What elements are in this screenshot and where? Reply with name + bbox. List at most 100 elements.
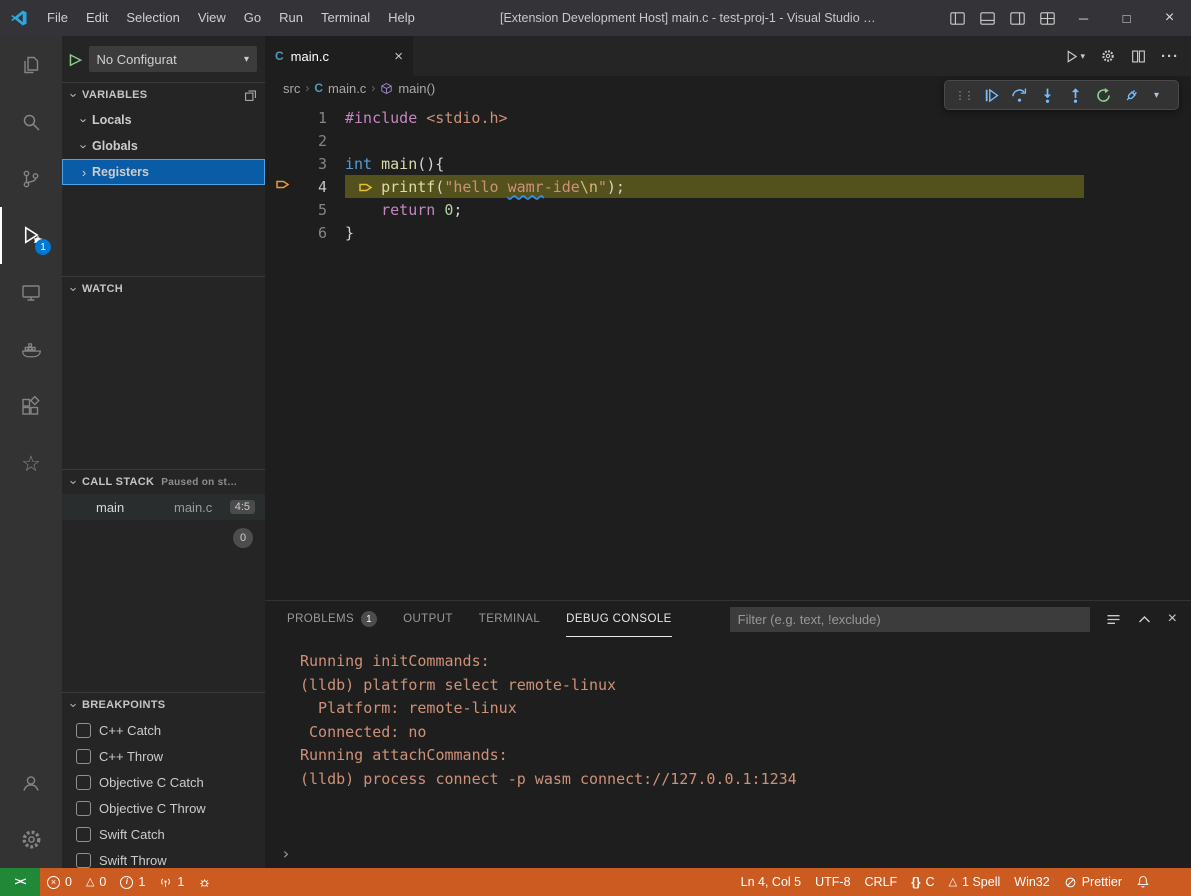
breakpoint-checkbox[interactable]: [76, 775, 91, 790]
chevron-up-button[interactable]: [1138, 615, 1151, 624]
status-platform[interactable]: Win32: [1007, 868, 1056, 896]
status-ports[interactable]: 1: [152, 868, 191, 896]
menu-terminal[interactable]: Terminal: [312, 0, 379, 36]
activity-manage-gear[interactable]: [0, 811, 62, 868]
breakpoint-checkbox[interactable]: [76, 749, 91, 764]
status-infos[interactable]: i1: [113, 868, 152, 896]
watch-header[interactable]: › WATCH: [62, 277, 265, 301]
status-errors[interactable]: ×0: [40, 868, 79, 896]
debug-config-select[interactable]: No Configurat ▾: [89, 46, 257, 72]
variables-item-registers[interactable]: ›Registers: [62, 159, 265, 185]
menu-selection[interactable]: Selection: [117, 0, 188, 36]
activity-docker[interactable]: [0, 321, 62, 378]
breakpoint-c-throw[interactable]: C++ Throw: [62, 743, 265, 769]
stack-frame[interactable]: mainmain.c4:5: [62, 494, 265, 520]
status-language-mode[interactable]: {}C: [904, 868, 941, 896]
layout-sidebar-button[interactable]: [942, 0, 972, 36]
current-frame-arrow-icon: [275, 177, 291, 196]
breakpoint-gutter[interactable]: [265, 198, 301, 221]
menu-go[interactable]: Go: [235, 0, 270, 36]
breakpoint-objective-c-throw[interactable]: Objective C Throw: [62, 795, 265, 821]
panel-tab-debug-console[interactable]: DEBUG CONSOLE: [566, 601, 672, 637]
debug-disconnect-button[interactable]: [1118, 82, 1145, 108]
activity-remote-explorer[interactable]: [0, 264, 62, 321]
breadcrumb-item-src[interactable]: src: [283, 81, 300, 96]
status-debug-status[interactable]: [191, 868, 218, 896]
activity-star-extension[interactable]: ☆: [0, 435, 62, 492]
breadcrumb-item-main[interactable]: main(): [380, 81, 435, 96]
breakpoint-checkbox[interactable]: [76, 723, 91, 738]
status-spell-checker[interactable]: △1 Spell: [942, 868, 1008, 896]
breakpoint-gutter[interactable]: [265, 175, 301, 198]
status-encoding[interactable]: UTF-8: [808, 868, 857, 896]
panel-close-button[interactable]: ×: [1168, 610, 1177, 628]
debug-step-into-button[interactable]: [1034, 82, 1061, 108]
breakpoint-objective-c-catch[interactable]: Objective C Catch: [62, 769, 265, 795]
breakpoint-gutter[interactable]: [265, 152, 301, 175]
activity-run-and-debug[interactable]: 1: [0, 207, 62, 264]
more-actions-button[interactable]: ···: [1161, 48, 1179, 65]
breakpoint-gutter[interactable]: [265, 129, 301, 152]
debug-step-over-button[interactable]: [1006, 82, 1033, 108]
panel-tab-terminal[interactable]: TERMINAL: [479, 601, 540, 637]
activity-source-control[interactable]: [0, 150, 62, 207]
breakpoint-checkbox[interactable]: [76, 827, 91, 842]
breakpoint-gutter[interactable]: [265, 221, 301, 244]
status-cursor-position[interactable]: Ln 4, Col 5: [734, 868, 808, 896]
debug-restart-button[interactable]: [1090, 82, 1117, 108]
status-warnings[interactable]: △0: [79, 868, 113, 896]
debug-step-out-button[interactable]: [1062, 82, 1089, 108]
status-eol[interactable]: CRLF: [858, 868, 905, 896]
collapse-all-icon[interactable]: [244, 89, 257, 102]
activity-accounts[interactable]: [0, 754, 62, 811]
breadcrumb-item-main-c[interactable]: Cmain.c: [314, 81, 366, 96]
menu-run[interactable]: Run: [270, 0, 312, 36]
menu-help[interactable]: Help: [379, 0, 424, 36]
debug-continue-button[interactable]: [978, 82, 1005, 108]
breakpoint-label: Objective C Catch: [99, 775, 204, 790]
split-editor-button[interactable]: [1131, 49, 1146, 64]
maximize-button[interactable]: □: [1105, 0, 1148, 36]
breakpoints-header[interactable]: › BREAKPOINTS: [62, 693, 265, 717]
debug-console-output[interactable]: Running initCommands:(lldb) platform sel…: [265, 637, 1191, 791]
code-area[interactable]: 1#include <stdio.h>23int main(){4 printf…: [265, 100, 1191, 244]
start-debugging-icon[interactable]: ▷: [70, 50, 82, 68]
menu-view[interactable]: View: [189, 0, 235, 36]
panel-tab-problems[interactable]: PROBLEMS1: [287, 601, 377, 637]
menu-bars-button[interactable]: [1106, 613, 1121, 626]
gear-button[interactable]: [1100, 48, 1116, 64]
breakpoint-swift-catch[interactable]: Swift Catch: [62, 821, 265, 847]
toolbar-drag-handle: ⋮⋮: [950, 82, 977, 108]
symbol-method-icon: [380, 82, 393, 95]
breakpoint-swift-throw[interactable]: Swift Throw: [62, 847, 265, 868]
window-close-button[interactable]: ×: [1148, 0, 1191, 36]
status-label: C: [926, 875, 935, 889]
debug-session-dropdown[interactable]: ▾: [1146, 82, 1173, 108]
breakpoint-checkbox[interactable]: [76, 801, 91, 816]
breakpoint-checkbox[interactable]: [76, 853, 91, 868]
run-button[interactable]: ▾: [1064, 49, 1085, 64]
menu-edit[interactable]: Edit: [77, 0, 117, 36]
variables-header[interactable]: › VARIABLES: [62, 83, 265, 107]
breakpoint-c-catch[interactable]: C++ Catch: [62, 717, 265, 743]
activity-explorer[interactable]: [0, 36, 62, 93]
layout-panel-button[interactable]: [972, 0, 1002, 36]
variables-item-locals[interactable]: ›Locals: [62, 107, 265, 133]
status-remote-indicator[interactable]: ><: [0, 868, 40, 896]
status-notifications[interactable]: [1129, 868, 1157, 896]
breakpoint-gutter[interactable]: [265, 106, 301, 129]
panel-tab-output[interactable]: OUTPUT: [403, 601, 453, 637]
status-prettier[interactable]: Prettier: [1057, 868, 1129, 896]
debug-console-input[interactable]: [299, 846, 1171, 862]
activity-search[interactable]: [0, 93, 62, 150]
console-filter-input[interactable]: [730, 607, 1090, 632]
tab-main-c[interactable]: C main.c ×: [265, 36, 413, 76]
menu-file[interactable]: File: [38, 0, 77, 36]
layout-grid-button[interactable]: [1032, 0, 1062, 36]
minimize-button[interactable]: ─: [1062, 0, 1105, 36]
variables-item-globals[interactable]: ›Globals: [62, 133, 265, 159]
layout-secondary-button[interactable]: [1002, 0, 1032, 36]
activity-extensions[interactable]: [0, 378, 62, 435]
call-stack-header[interactable]: › CALL STACK Paused on st…: [62, 470, 265, 494]
tab-close-icon[interactable]: ×: [394, 48, 403, 65]
